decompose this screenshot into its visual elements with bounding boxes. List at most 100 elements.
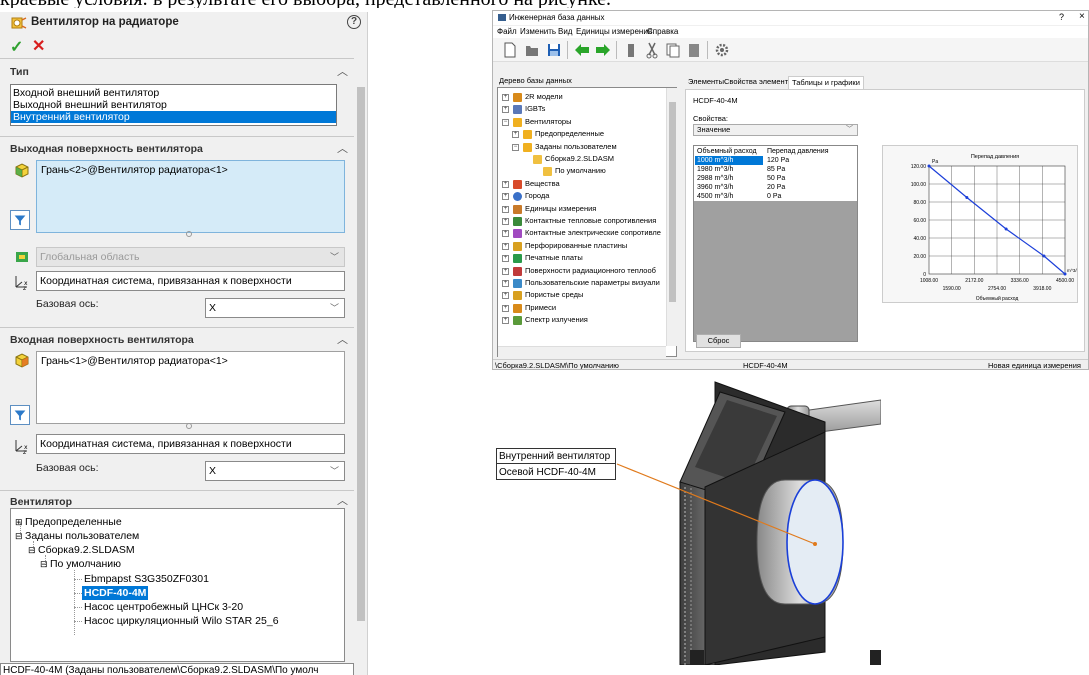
outlet-face-selection-box[interactable]: Грань<2>@Вентилятор радиатора<1> xyxy=(36,160,345,233)
menu-edit[interactable]: Изменить xyxy=(520,27,556,36)
collapse-icon[interactable]: ⊟ xyxy=(40,557,48,571)
database-tree-node[interactable]: Спектр излучения xyxy=(525,315,588,325)
menu-view[interactable]: Вид xyxy=(558,27,572,36)
database-tree-node[interactable]: 2R модели xyxy=(525,92,563,102)
inlet-base-axis-select[interactable]: X ﹀ xyxy=(205,461,345,481)
fan-type-option[interactable]: Входной внешний вентилятор xyxy=(11,87,336,99)
tree-expander-icon[interactable]: + xyxy=(502,205,509,213)
database-tree-node[interactable]: Пользовательские параметры визуали xyxy=(525,278,660,288)
grid-cell-pressure[interactable]: 85 Pa xyxy=(767,165,785,174)
grid-cell-flow[interactable]: 1980 m^3/h xyxy=(695,165,763,174)
cancel-button[interactable]: ✕ xyxy=(32,36,45,56)
chevron-up-icon[interactable]: ︿ xyxy=(337,144,349,155)
collapse-icon[interactable]: ⊟ xyxy=(15,529,23,543)
grid-cell-pressure[interactable]: 120 Pa xyxy=(767,156,789,165)
tree-leaf-fan-selected[interactable]: HCDF-40-4M xyxy=(82,586,149,600)
inlet-face-entry[interactable]: Грань<1>@Вентилятор радиатора<1> xyxy=(41,355,228,367)
grid-row[interactable]: 3960 m^3/h 20 Pa xyxy=(694,183,857,192)
tree-expander-icon[interactable]: + xyxy=(502,180,509,188)
database-tree-node[interactable]: Единицы измерения xyxy=(525,204,596,214)
expand-icon[interactable]: ⊞ xyxy=(15,515,23,529)
grid-cell-flow[interactable]: 4500 m^3/h xyxy=(695,192,763,201)
filter-button[interactable] xyxy=(10,210,30,230)
tree-leaf-fan[interactable]: Ebmpapst S3G350ZF0301 xyxy=(84,572,209,586)
tree-expander-icon[interactable]: − xyxy=(512,143,519,151)
fan-tree[interactable]: ⊞ Предопределенные ⊟ Заданы пользователе… xyxy=(10,508,345,662)
grid-cell-flow[interactable]: 1000 m^3/h xyxy=(695,156,763,165)
pm-scrollbar[interactable] xyxy=(354,59,367,675)
help-icon[interactable]: ? xyxy=(1059,12,1064,22)
help-icon[interactable]: ? xyxy=(347,15,361,29)
database-tree-node[interactable]: IGBTs xyxy=(525,104,545,114)
3d-viewport[interactable] xyxy=(495,372,881,665)
grid-row[interactable]: 1980 m^3/h 85 Pa xyxy=(694,165,857,174)
menu-file[interactable]: Файл xyxy=(497,27,517,36)
outlet-face-entry[interactable]: Грань<2>@Вентилятор радиатора<1> xyxy=(41,164,228,176)
tree-expander-icon[interactable]: − xyxy=(502,118,509,126)
database-tree-node[interactable]: Города xyxy=(525,191,549,201)
database-tree-node[interactable]: Перфорированные пластины xyxy=(525,241,627,251)
chevron-up-icon[interactable]: ︿ xyxy=(337,496,349,507)
grid-row[interactable]: 1000 m^3/h 120 Pa xyxy=(694,156,857,165)
chevron-down-icon[interactable]: ﹀ xyxy=(330,299,339,317)
new-icon[interactable] xyxy=(501,41,519,59)
tree-expander-icon[interactable]: + xyxy=(502,94,509,101)
grid-cell-pressure[interactable]: 20 Pa xyxy=(767,183,785,192)
database-tree-node[interactable]: Вентиляторы xyxy=(525,117,571,127)
tree-leaf-fan[interactable]: Насос центробежный ЦНСк 3-20 xyxy=(84,600,243,614)
menu-units[interactable]: Единицы измерения xyxy=(576,27,652,36)
grid-cell-pressure[interactable]: 50 Pa xyxy=(767,174,785,183)
tree-expander-icon[interactable]: + xyxy=(502,255,509,263)
grid-cell-pressure[interactable]: 0 Pa xyxy=(767,192,781,201)
outlet-base-axis-select[interactable]: X ﹀ xyxy=(205,298,345,318)
tree-leaf-fan[interactable]: Насос циркуляционный Wilo STAR 25_6 xyxy=(84,614,279,628)
tree-expander-icon[interactable]: + xyxy=(502,280,509,287)
tree-scrollbar[interactable] xyxy=(666,88,677,346)
database-tree-node[interactable]: Предопределенные xyxy=(535,129,604,139)
reset-button[interactable]: Сброс xyxy=(696,334,741,348)
fan-callout[interactable]: Внутренний вентилятор Осевой HCDF-40-4M xyxy=(496,448,616,480)
menu-help[interactable]: Справка xyxy=(647,27,678,36)
tree-expander-icon[interactable]: + xyxy=(502,292,509,300)
pm-scrollbar-thumb[interactable] xyxy=(357,87,365,621)
tree-expander-icon[interactable]: + xyxy=(512,131,519,139)
copy-icon[interactable] xyxy=(664,41,682,59)
database-tree-node[interactable]: Вещества xyxy=(525,179,560,189)
tree-expander-icon[interactable]: + xyxy=(502,218,509,225)
ok-button[interactable]: ✓ xyxy=(10,37,23,57)
grid-row[interactable]: 2988 m^3/h 50 Pa xyxy=(694,174,857,183)
inlet-coord-system-field[interactable]: Координатная система, привязанная к пове… xyxy=(36,434,345,454)
tree-node-assembly[interactable]: Сборка9.2.SLDASM xyxy=(38,543,135,557)
resize-grip-icon[interactable] xyxy=(186,231,192,237)
data-grid[interactable]: Объемный расход Перепад давления 1000 m^… xyxy=(693,145,858,342)
tab-element-properties[interactable]: Свойства элемента xyxy=(721,76,795,89)
chevron-up-icon[interactable]: ︿ xyxy=(337,335,349,346)
paste-icon[interactable] xyxy=(685,41,703,59)
tree-scrollbar-thumb[interactable] xyxy=(669,102,676,302)
tree-node-default[interactable]: По умолчанию xyxy=(50,557,121,571)
fan-type-option-selected[interactable]: Внутренний вентилятор xyxy=(11,111,336,123)
tree-expander-icon[interactable]: + xyxy=(502,304,509,312)
gear-icon[interactable] xyxy=(713,41,731,59)
grid-cell-flow[interactable]: 3960 m^3/h xyxy=(695,183,763,192)
fan-type-listbox[interactable]: Входной внешний вентилятор Выходной внеш… xyxy=(10,84,337,126)
close-icon[interactable]: × xyxy=(1079,11,1085,22)
collapse-icon[interactable]: ⊟ xyxy=(28,543,36,557)
database-tree-node[interactable]: Примеси xyxy=(525,303,556,313)
database-tree-node[interactable]: Заданы пользователем xyxy=(535,142,617,152)
database-tree-node[interactable]: Пористые среды xyxy=(525,290,583,300)
chevron-up-icon[interactable]: ︿ xyxy=(337,67,349,78)
resize-grip-icon[interactable] xyxy=(186,423,192,429)
arrow-right-icon[interactable] xyxy=(594,41,612,59)
inlet-face-selection-box[interactable]: Грань<1>@Вентилятор радиатора<1> xyxy=(36,351,345,424)
tree-expander-icon[interactable]: + xyxy=(502,267,509,275)
tree-expander-icon[interactable]: + xyxy=(502,242,509,250)
selected-fan-combo[interactable]: HCDF-40-4M (Заданы пользователем\Сборка9… xyxy=(0,663,354,675)
database-tree-node[interactable]: Печатные платы xyxy=(525,253,583,263)
grid-row[interactable]: 4500 m^3/h 0 Pa xyxy=(694,192,857,201)
filter-button[interactable] xyxy=(10,405,30,425)
tree-expander-icon[interactable]: + xyxy=(502,106,509,114)
delete-icon[interactable] xyxy=(622,41,640,59)
tree-expander-icon[interactable]: + xyxy=(502,193,509,201)
tree-expander-icon[interactable]: + xyxy=(502,317,509,325)
